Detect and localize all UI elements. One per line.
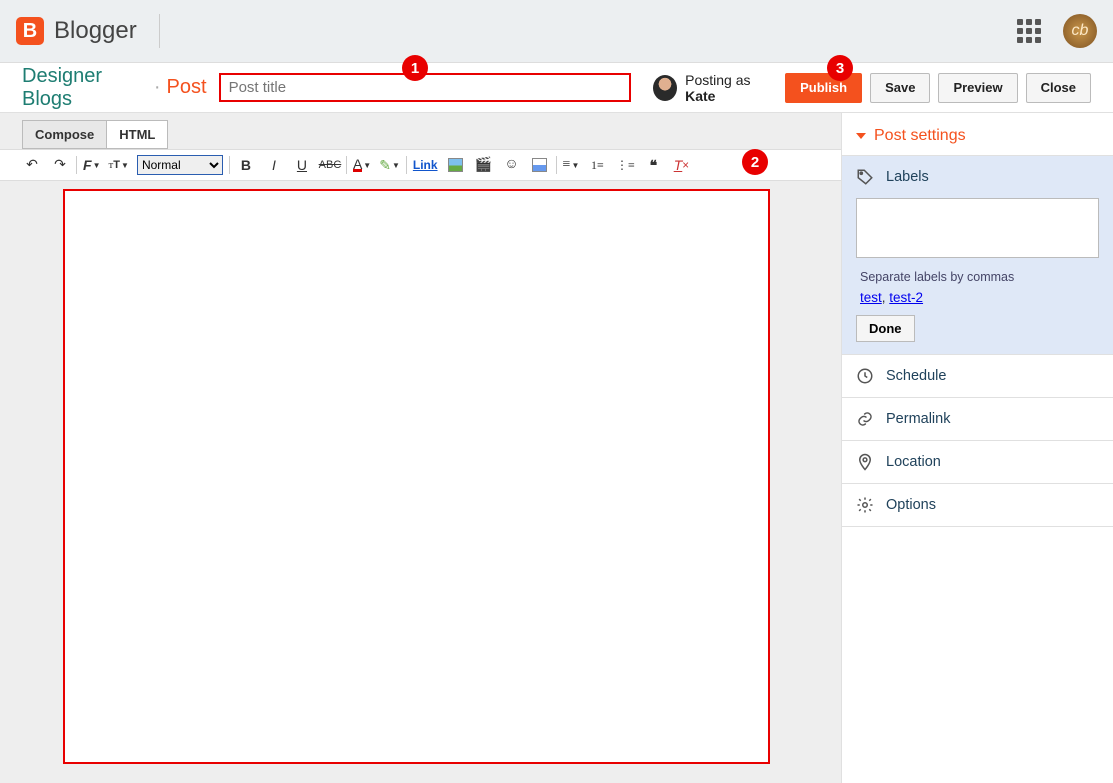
editor-column: Compose HTML ↶ ↷ F▼ тT▼ Normal B I U ABC… [0,113,841,783]
gear-icon [856,496,874,514]
toolbar-divider [406,156,407,174]
remove-formatting-icon[interactable]: T× [669,154,693,176]
post-settings-header[interactable]: Post settings [842,113,1113,155]
location-pin-icon [856,453,874,471]
undo-icon[interactable]: ↶ [20,154,44,176]
editor-mode-tabs: Compose HTML [0,113,841,149]
panel-permalink[interactable]: Permalink [842,397,1113,440]
post-settings-sidebar: Post settings Labels Separate labels by … [841,113,1113,783]
insert-link-button[interactable]: Link [411,154,440,176]
insert-jump-break-icon[interactable] [528,154,552,176]
paragraph-format-select[interactable]: Normal [135,154,225,176]
posting-as-prefix: Posting as [685,72,750,88]
posting-as-label: Posting as Kate [685,72,777,104]
brand-name: Blogger [54,17,137,45]
labels-suggestions: test, test-2 [860,290,1099,305]
breadcrumb-section: Post [167,76,207,99]
text-color-icon[interactable]: A▼ [351,154,373,176]
tab-compose[interactable]: Compose [22,120,107,149]
label-suggestion-link[interactable]: test-2 [889,290,923,305]
preview-button[interactable]: Preview [938,73,1017,103]
panel-options-title: Options [886,497,936,513]
panel-permalink-title: Permalink [886,411,950,427]
font-size-dropdown[interactable]: тT▼ [106,154,130,176]
toolbar-divider [229,156,230,174]
link-icon [856,410,874,428]
breadcrumb-separator: · [154,76,161,99]
close-button[interactable]: Close [1026,73,1091,103]
panel-schedule-title: Schedule [886,368,946,384]
italic-icon[interactable]: I [262,154,286,176]
blockquote-icon[interactable]: ❝ [641,154,665,176]
posting-as-avatar-icon [653,75,677,101]
posting-as-user: Kate [685,88,715,104]
editor-toolbar: ↶ ↷ F▼ тT▼ Normal B I U ABC A▼ ✎▼ Link 🎬… [0,149,841,181]
panel-labels: Labels Separate labels by commas test, t… [842,155,1113,354]
post-title-input[interactable] [219,73,632,102]
insert-video-icon[interactable]: 🎬 [472,154,496,176]
blogger-logo-icon[interactable]: B [16,17,44,45]
panel-schedule[interactable]: Schedule [842,354,1113,397]
panel-labels-title: Labels [886,169,929,185]
caret-down-icon [856,133,866,139]
labels-input[interactable] [856,198,1099,258]
post-settings-title: Post settings [874,127,966,145]
label-suggestion-link[interactable]: test [860,290,882,305]
highlight-color-icon[interactable]: ✎▼ [377,154,402,176]
breadcrumb-blog[interactable]: Designer Blogs [22,65,148,111]
toolbar-divider [76,156,77,174]
save-button[interactable]: Save [870,73,930,103]
underline-icon[interactable]: U [290,154,314,176]
insert-image-icon[interactable] [444,154,468,176]
post-title-row: Designer Blogs · Post Posting as Kate Pu… [0,63,1113,113]
panel-location-title: Location [886,454,941,470]
tag-icon [856,168,874,186]
alignment-dropdown[interactable]: ≡▼ [561,154,582,176]
clock-icon [856,367,874,385]
numbered-list-icon[interactable]: 1≡ [585,154,609,176]
panel-location[interactable]: Location [842,440,1113,483]
account-avatar[interactable]: cb [1063,14,1097,48]
brand-divider [159,14,160,48]
toolbar-divider [556,156,557,174]
toolbar-divider [346,156,347,174]
bullet-list-icon[interactable]: ⋮≡ [613,154,637,176]
panel-options[interactable]: Options [842,483,1113,527]
publish-button[interactable]: Publish [785,73,862,103]
post-body-editor[interactable] [63,189,770,764]
strikethrough-icon[interactable]: ABC [318,154,342,176]
brand-bar: B Blogger cb [0,0,1113,63]
google-apps-icon[interactable] [1017,19,1041,43]
labels-hint: Separate labels by commas [860,270,1099,284]
insert-emoji-icon[interactable]: ☺ [500,154,524,176]
annotation-1: 1 [402,55,428,81]
bold-icon[interactable]: B [234,154,258,176]
labels-done-button[interactable]: Done [856,315,915,342]
annotation-2: 2 [742,149,768,175]
redo-icon[interactable]: ↷ [48,154,72,176]
tab-html[interactable]: HTML [107,120,168,149]
annotation-3: 3 [827,55,853,81]
font-family-dropdown[interactable]: F▼ [81,154,102,176]
